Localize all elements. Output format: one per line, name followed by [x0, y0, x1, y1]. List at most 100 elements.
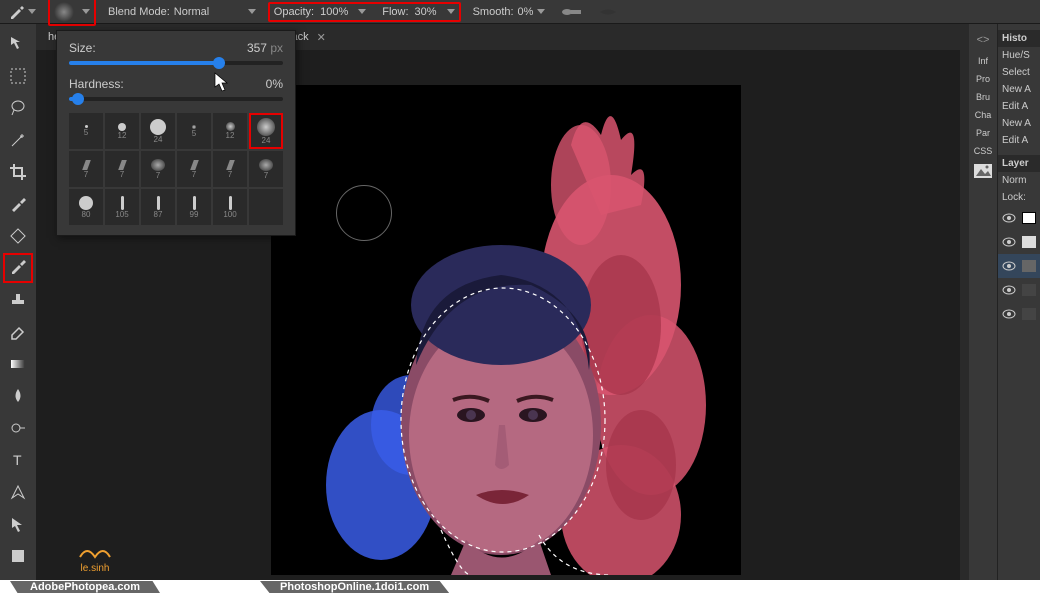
- panel-tabs-column: <> Inf Pro Bru Cha Par CSS: [969, 24, 998, 580]
- nav-icon[interactable]: <>: [977, 34, 990, 46]
- heal-tool[interactable]: [3, 221, 33, 251]
- brush-preset[interactable]: 100: [213, 189, 247, 225]
- layer-row[interactable]: [998, 230, 1040, 254]
- blend-mode-value: Normal: [174, 6, 244, 18]
- blur-tool[interactable]: [3, 381, 33, 411]
- dodge-tool[interactable]: [3, 413, 33, 443]
- eye-icon[interactable]: [1002, 309, 1016, 319]
- brush-preset-picker[interactable]: [48, 0, 96, 26]
- brush-preset[interactable]: 80: [69, 189, 103, 225]
- opacity-flow-group: Opacity: 100% Flow: 30%: [268, 2, 461, 22]
- move-tool[interactable]: [3, 29, 33, 59]
- brush-preset[interactable]: 99: [177, 189, 211, 225]
- gradient-tool[interactable]: [3, 349, 33, 379]
- brush-preset[interactable]: 5: [69, 113, 103, 149]
- history-item[interactable]: Select: [998, 64, 1040, 81]
- brush-preset[interactable]: [249, 189, 283, 225]
- chevron-down-icon: [28, 9, 36, 14]
- slider-thumb[interactable]: [213, 57, 225, 69]
- layers-panel-header[interactable]: Layer: [998, 155, 1040, 172]
- eraser-tool[interactable]: [3, 317, 33, 347]
- footer-link[interactable]: PhotoshopOnline.1doi1.com: [260, 581, 449, 593]
- brush-preset[interactable]: 87: [141, 189, 175, 225]
- hardness-slider[interactable]: [69, 97, 283, 101]
- chevron-down-icon: [537, 9, 545, 14]
- history-item[interactable]: New A: [998, 115, 1040, 132]
- brush-cursor-ring: [336, 185, 392, 241]
- crop-tool[interactable]: [3, 157, 33, 187]
- brush-preset[interactable]: 7: [105, 151, 139, 187]
- footer-bar: AdobePhotopea.com PhotoshopOnline.1doi1.…: [0, 580, 1040, 594]
- right-panels: <> Inf Pro Bru Cha Par CSS Histo Hue/S S…: [969, 24, 1040, 580]
- css-panel-tab[interactable]: CSS: [974, 142, 993, 160]
- smooth-control[interactable]: Smooth: 0%: [469, 4, 550, 20]
- layer-row[interactable]: [998, 278, 1040, 302]
- blend-mode-label: Blend Mode:: [108, 6, 170, 18]
- brush-preset[interactable]: 105: [105, 189, 139, 225]
- close-icon[interactable]: ✕: [317, 31, 326, 44]
- brush-preset[interactable]: 7: [213, 151, 247, 187]
- brush-tool-indicator[interactable]: [4, 2, 40, 22]
- eye-icon[interactable]: [1002, 237, 1016, 247]
- eye-icon[interactable]: [1002, 261, 1016, 271]
- flow-value[interactable]: 30%: [415, 6, 437, 18]
- brush-preset[interactable]: 12: [213, 113, 247, 149]
- paragraph-panel-tab[interactable]: Par: [976, 124, 990, 142]
- chevron-down-icon[interactable]: [358, 9, 366, 14]
- layer-row[interactable]: [998, 206, 1040, 230]
- brush-preview-icon: [54, 2, 74, 22]
- layer-row[interactable]: [998, 302, 1040, 326]
- history-item[interactable]: New A: [998, 81, 1040, 98]
- pressure-toggle[interactable]: [595, 5, 621, 19]
- brush-tool[interactable]: [3, 253, 33, 283]
- svg-text:T: T: [13, 452, 22, 468]
- eye-icon[interactable]: [1002, 213, 1016, 223]
- options-bar: Blend Mode: Normal Opacity: 100% Flow: 3…: [0, 0, 1040, 24]
- history-item[interactable]: Edit A: [998, 132, 1040, 149]
- history-panel-header[interactable]: Histo: [998, 30, 1040, 47]
- chevron-down-icon: [248, 9, 256, 14]
- path-select-tool[interactable]: [3, 509, 33, 539]
- opacity-value[interactable]: 100%: [320, 6, 348, 18]
- layer-row-selected[interactable]: [998, 254, 1040, 278]
- properties-panel-tab[interactable]: Pro: [976, 70, 990, 88]
- layer-blend-mode[interactable]: Norm: [998, 172, 1040, 189]
- size-slider[interactable]: [69, 61, 283, 65]
- brush-preset[interactable]: 7: [249, 151, 283, 187]
- canvas-document[interactable]: [271, 85, 741, 575]
- wand-tool[interactable]: [3, 125, 33, 155]
- blend-mode-control[interactable]: Blend Mode: Normal: [104, 4, 260, 20]
- eyedropper-tool[interactable]: [3, 189, 33, 219]
- brush-preset[interactable]: 7: [141, 151, 175, 187]
- image-thumb-icon[interactable]: [974, 160, 992, 184]
- hardness-value[interactable]: 0%: [266, 77, 283, 91]
- eye-icon[interactable]: [1002, 285, 1016, 295]
- pen-tool[interactable]: [3, 477, 33, 507]
- brush-preset[interactable]: 7: [177, 151, 211, 187]
- brush-settings-panel: Size: 357 px Hardness: 0% 5 12 24 5 12 2…: [56, 30, 296, 236]
- opacity-label: Opacity:: [274, 6, 314, 18]
- footer-link[interactable]: AdobePhotopea.com: [10, 581, 160, 593]
- smooth-label: Smooth:: [473, 6, 514, 18]
- brush-preset[interactable]: 24: [141, 113, 175, 149]
- panel-stack: Histo Hue/S Select New A Edit A New A Ed…: [998, 24, 1040, 580]
- shape-tool[interactable]: [3, 541, 33, 571]
- chevron-down-icon: [82, 9, 90, 14]
- stamp-tool[interactable]: [3, 285, 33, 315]
- character-panel-tab[interactable]: Cha: [975, 106, 992, 124]
- info-panel-tab[interactable]: Inf: [978, 52, 988, 70]
- type-tool[interactable]: T: [3, 445, 33, 475]
- brush-preset[interactable]: 7: [69, 151, 103, 187]
- brush-preset[interactable]: 5: [177, 113, 211, 149]
- lasso-tool[interactable]: [3, 93, 33, 123]
- history-item[interactable]: Edit A: [998, 98, 1040, 115]
- brush-preset-selected[interactable]: 24: [249, 113, 283, 149]
- chevron-down-icon[interactable]: [447, 9, 455, 14]
- brushes-panel-tab[interactable]: Bru: [976, 88, 990, 106]
- airbrush-toggle[interactable]: [557, 5, 587, 19]
- slider-thumb[interactable]: [72, 93, 84, 105]
- marquee-tool[interactable]: [3, 61, 33, 91]
- size-value[interactable]: 357 px: [247, 41, 283, 55]
- brush-preset[interactable]: 12: [105, 113, 139, 149]
- history-item[interactable]: Hue/S: [998, 47, 1040, 64]
